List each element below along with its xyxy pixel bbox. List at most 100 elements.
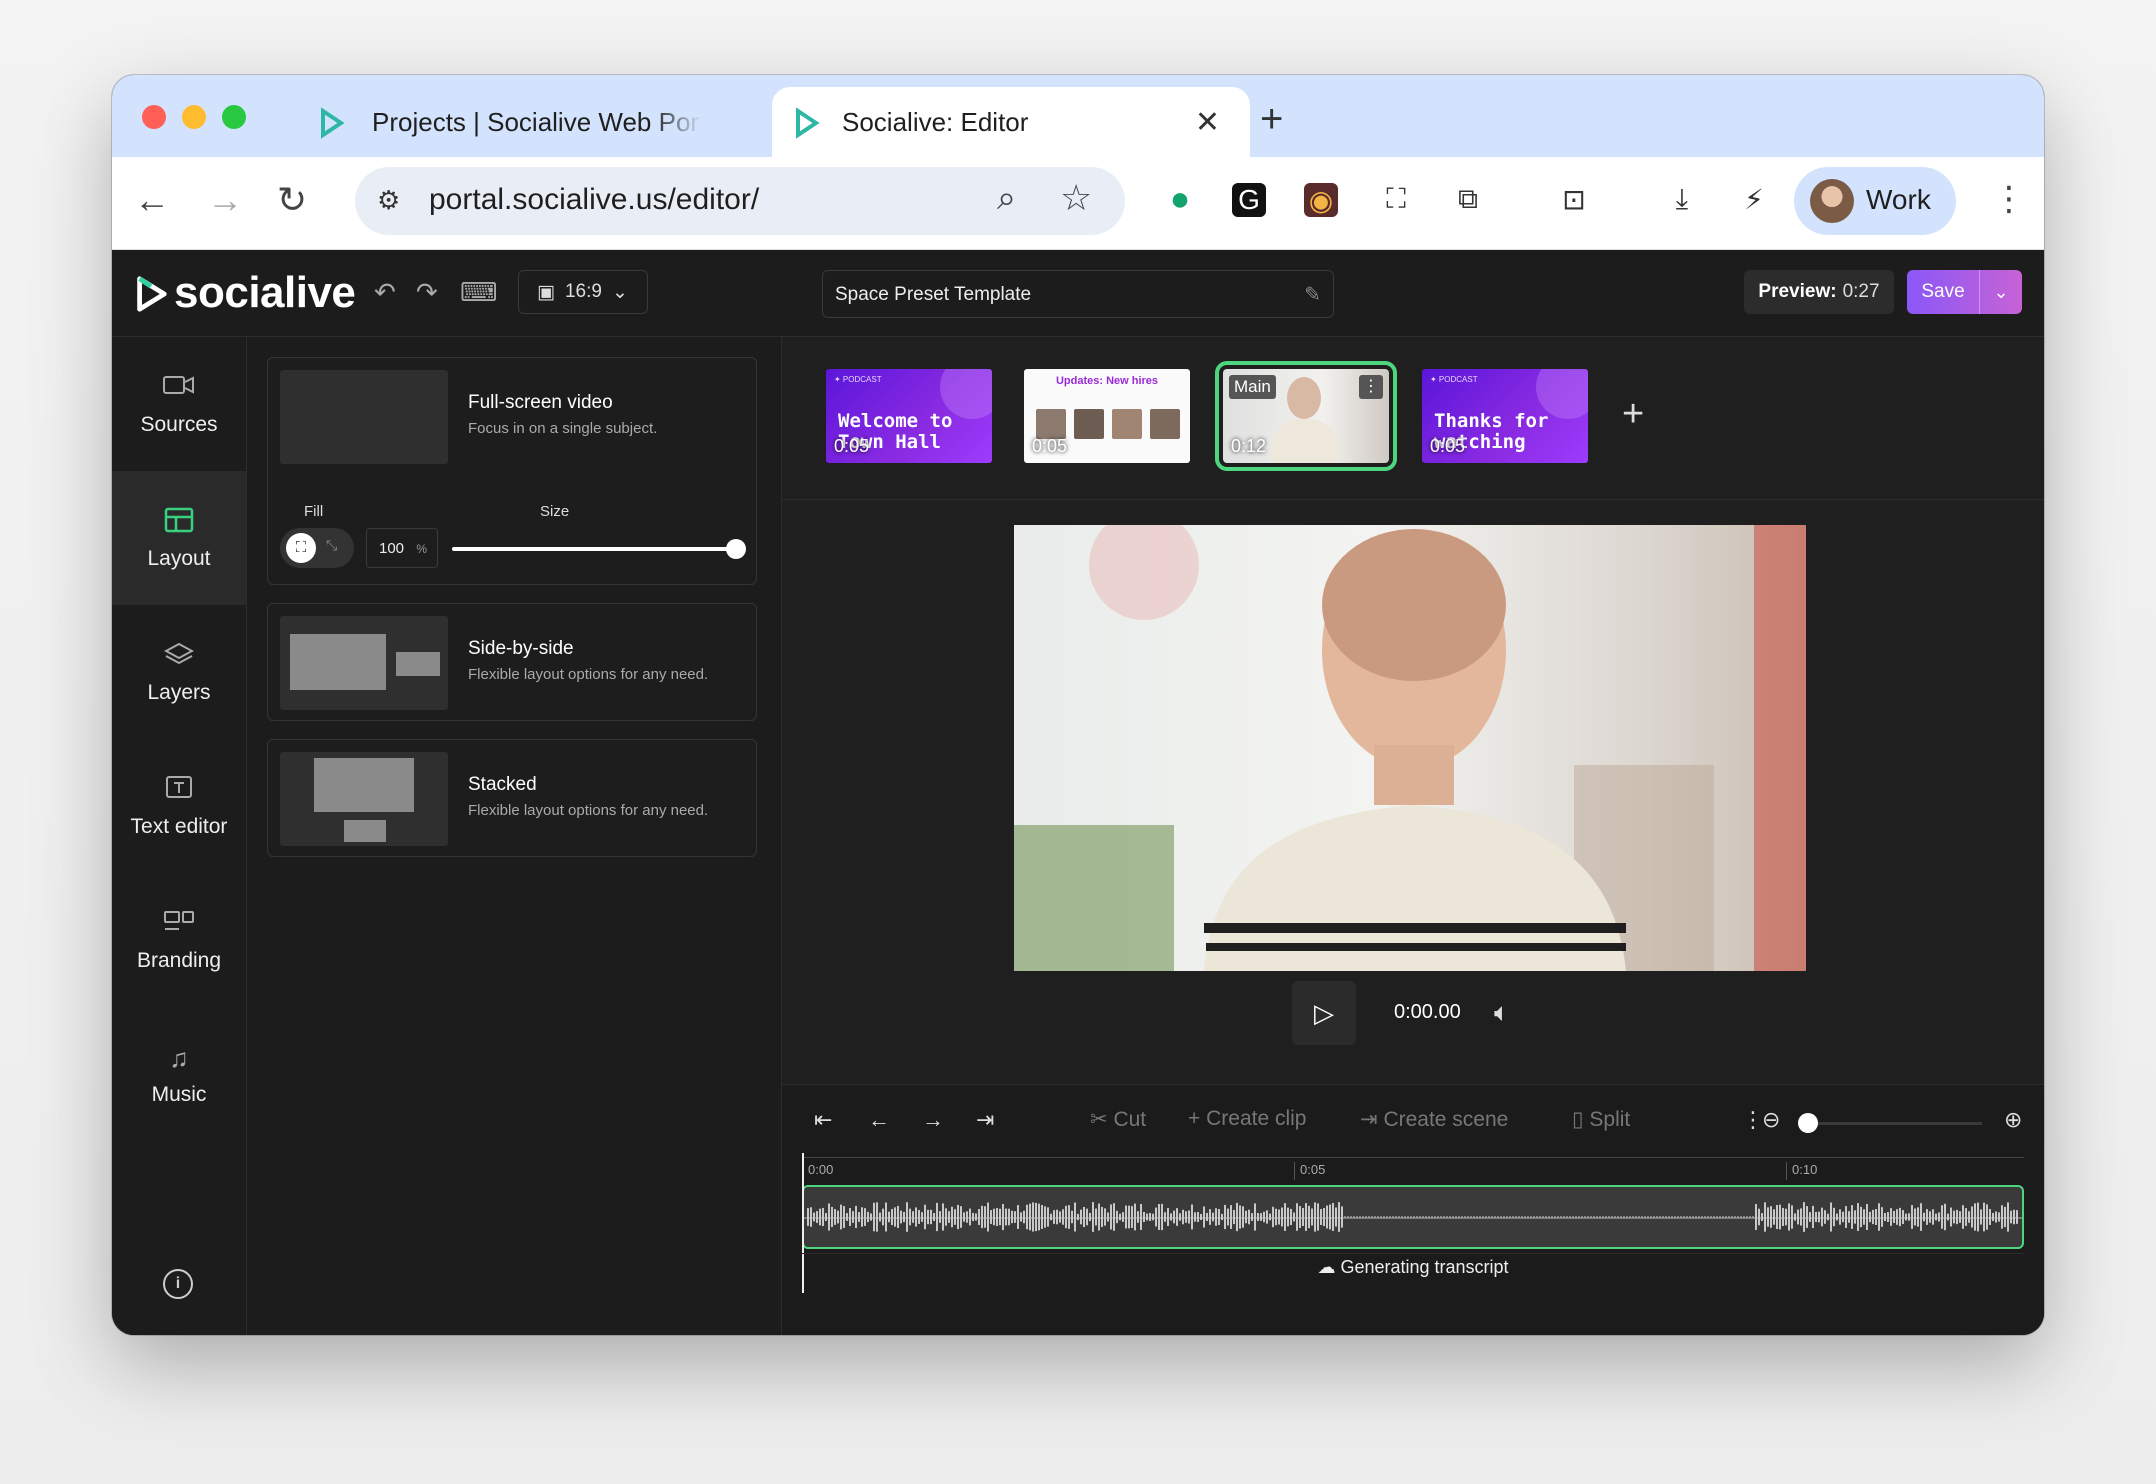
sidebar-item-text-editor[interactable]: Text editor bbox=[112, 739, 246, 873]
preview-label: Preview: bbox=[1758, 281, 1837, 302]
bookmark-star-icon[interactable]: ☆ bbox=[1060, 177, 1092, 219]
step-forward-icon[interactable]: → bbox=[922, 1107, 944, 1133]
forward-arrow-icon[interactable]: → bbox=[207, 179, 243, 221]
scene-menu-icon[interactable]: ⋮ bbox=[1359, 375, 1383, 399]
reload-icon[interactable]: ↻ bbox=[277, 179, 307, 221]
aspect-ratio-dropdown[interactable]: ▣ 16:9 ⌄ bbox=[518, 270, 648, 314]
jump-start-icon[interactable]: ⇤ bbox=[814, 1107, 832, 1133]
volume-icon[interactable]: 🔈︎ bbox=[1494, 997, 1510, 1029]
zoom-slider-handle[interactable] bbox=[1798, 1113, 1818, 1133]
ruler-tick: 0:05 bbox=[1294, 1162, 1325, 1180]
extensions-puzzle-icon[interactable]: ⧉ bbox=[1448, 179, 1488, 219]
video-preview bbox=[1014, 525, 1806, 971]
performance-icon[interactable]: ⚡ bbox=[1734, 179, 1774, 219]
browser-menu-icon[interactable]: ⋮ bbox=[1992, 179, 2026, 219]
layout-side-by-side-card[interactable]: Side-by-side Flexible layout options for… bbox=[267, 603, 757, 721]
sidebar-item-label: Branding bbox=[136, 949, 222, 972]
split-label: Split bbox=[1589, 1108, 1631, 1131]
size-input[interactable]: 100 % bbox=[366, 528, 438, 568]
scene-thumbnail[interactable]: ✦ PODCAST Thanks for watching 0:05 bbox=[1422, 369, 1588, 463]
image-icon: ▣ bbox=[537, 281, 555, 303]
sidebar-item-layers[interactable]: Layers bbox=[112, 605, 246, 739]
url-text[interactable]: portal.socialive.us/editor/ bbox=[429, 183, 759, 217]
person-photo bbox=[1150, 409, 1180, 439]
extension-icon[interactable]: ◉ bbox=[1304, 183, 1338, 217]
app-header: socialive ↶ ↷ ⌨ ▣ 16:9 ⌄ Space Preset Te… bbox=[112, 250, 2044, 337]
browser-toolbar: ← → ↻ ⚙ portal.socialive.us/editor/ ⌕ ☆ … bbox=[112, 157, 2044, 250]
editor-app: socialive ↶ ↷ ⌨ ▣ 16:9 ⌄ Space Preset Te… bbox=[112, 250, 2044, 1335]
redo-icon[interactable]: ↷ bbox=[416, 277, 438, 308]
scene-thumbnail[interactable]: ✦ PODCAST Welcome to Town Hall 0:05 bbox=[826, 369, 992, 463]
g-extension-icon[interactable]: G bbox=[1232, 183, 1266, 217]
maximize-window-button[interactable] bbox=[222, 105, 246, 129]
zoom-in-icon[interactable]: ⊕ bbox=[2004, 1107, 2022, 1133]
tab-title: Projects | Socialive Web Portal bbox=[372, 106, 702, 137]
site-settings-icon[interactable]: ⚙ bbox=[377, 185, 400, 216]
cut-button[interactable]: ✂ Cut bbox=[1090, 1107, 1146, 1132]
scene-thumbnail-selected[interactable]: Main ⋮ 0:12 bbox=[1215, 361, 1397, 471]
size-label: Size bbox=[540, 503, 570, 520]
layout-stacked-card[interactable]: Stacked Flexible layout options for any … bbox=[267, 739, 757, 857]
size-slider[interactable] bbox=[452, 539, 746, 559]
logo-text: socialive bbox=[174, 268, 356, 317]
layout-description: Flexible layout options for any need. bbox=[468, 802, 709, 819]
audio-track[interactable] bbox=[802, 1185, 2024, 1249]
split-button[interactable]: ▯ Split bbox=[1572, 1107, 1630, 1132]
create-clip-label: Create clip bbox=[1206, 1107, 1307, 1130]
close-tab-icon[interactable]: ✕ bbox=[1195, 105, 1220, 140]
keyboard-icon[interactable]: ⌨ bbox=[460, 277, 498, 308]
new-tab-button[interactable]: + bbox=[1260, 97, 1283, 142]
edit-pencil-icon[interactable]: ✎ bbox=[1304, 282, 1321, 307]
create-clip-button[interactable]: + Create clip bbox=[1188, 1107, 1307, 1131]
sidebar-item-label: Sources bbox=[140, 413, 218, 436]
timeline-menu-icon[interactable]: ⋮ bbox=[1742, 1107, 1764, 1133]
socialive-logo: socialive bbox=[132, 268, 356, 318]
size-slider-handle[interactable] bbox=[726, 539, 746, 559]
avatar bbox=[1810, 179, 1854, 223]
timeline-zoom-slider[interactable] bbox=[1798, 1113, 1982, 1133]
fit-icon: ⤡ bbox=[326, 537, 338, 553]
preview-duration: Preview: 0:27 bbox=[1744, 270, 1894, 314]
socialive-favicon-icon bbox=[321, 107, 345, 139]
address-bar[interactable]: ⚙ portal.socialive.us/editor/ ⌕ ☆ bbox=[355, 167, 1125, 235]
stacked-thumbnail bbox=[280, 752, 448, 846]
tab-strip: Projects | Socialive Web Portal ✕ Social… bbox=[112, 75, 2044, 157]
layout-title: Full-screen video bbox=[468, 392, 613, 413]
step-back-icon[interactable]: ← bbox=[868, 1107, 890, 1133]
jump-end-icon[interactable]: ⇥ bbox=[976, 1107, 994, 1133]
back-arrow-icon[interactable]: ← bbox=[134, 179, 170, 221]
tab-editor[interactable]: Socialive: Editor ✕ bbox=[772, 87, 1250, 157]
scene-thumbnail[interactable]: Updates: New hires 0:05 bbox=[1024, 369, 1190, 463]
sidebar-item-label: Text editor bbox=[130, 815, 228, 838]
save-button[interactable]: Save bbox=[1907, 281, 1979, 303]
grammarly-extension-icon[interactable]: ● bbox=[1160, 179, 1200, 219]
person-photo bbox=[1074, 409, 1104, 439]
fill-toggle[interactable]: ⛶ ⤡ bbox=[280, 528, 354, 568]
layout-description: Flexible layout options for any need. bbox=[468, 666, 709, 683]
editor-canvas-area: ✦ PODCAST Welcome to Town Hall 0:05 Upda… bbox=[782, 337, 2044, 1335]
info-icon[interactable]: i bbox=[163, 1269, 193, 1299]
save-options-chevron-icon[interactable]: ⌄ bbox=[1979, 270, 2022, 314]
create-scene-button[interactable]: ⇥ Create scene bbox=[1360, 1107, 1508, 1132]
sidebar-item-sources[interactable]: Sources bbox=[112, 337, 246, 471]
tab-search-icon[interactable]: ⊡ bbox=[1554, 179, 1594, 219]
screen-capture-icon[interactable]: ⛶ bbox=[1376, 179, 1416, 219]
sidebar-item-layout[interactable]: Layout bbox=[112, 471, 246, 605]
play-button[interactable]: ▷ bbox=[1292, 981, 1356, 1045]
profile-button[interactable]: Work bbox=[1794, 167, 1956, 235]
undo-icon[interactable]: ↶ bbox=[374, 277, 396, 308]
sidebar-item-label: Layout bbox=[147, 547, 211, 570]
zoom-out-icon[interactable]: ⊖ bbox=[1762, 1107, 1780, 1133]
sidebar-item-branding[interactable]: Branding bbox=[112, 873, 246, 1007]
scene-duration: 0:05 bbox=[1430, 436, 1466, 456]
close-window-button[interactable] bbox=[142, 105, 166, 129]
minimize-window-button[interactable] bbox=[182, 105, 206, 129]
project-title-field[interactable]: Space Preset Template ✎ bbox=[822, 270, 1334, 318]
cloud-icon: ☁ bbox=[1317, 1257, 1341, 1277]
sidebar-item-music[interactable]: ♫ Music bbox=[112, 1007, 246, 1141]
download-icon[interactable]: ⤓ bbox=[1662, 179, 1702, 219]
add-scene-button[interactable]: + bbox=[1622, 393, 1644, 436]
layout-fullscreen-card[interactable]: Full-screen video Focus in on a single s… bbox=[267, 357, 757, 585]
layout-icon bbox=[162, 507, 196, 537]
zoom-icon[interactable]: ⌕ bbox=[997, 179, 1016, 218]
